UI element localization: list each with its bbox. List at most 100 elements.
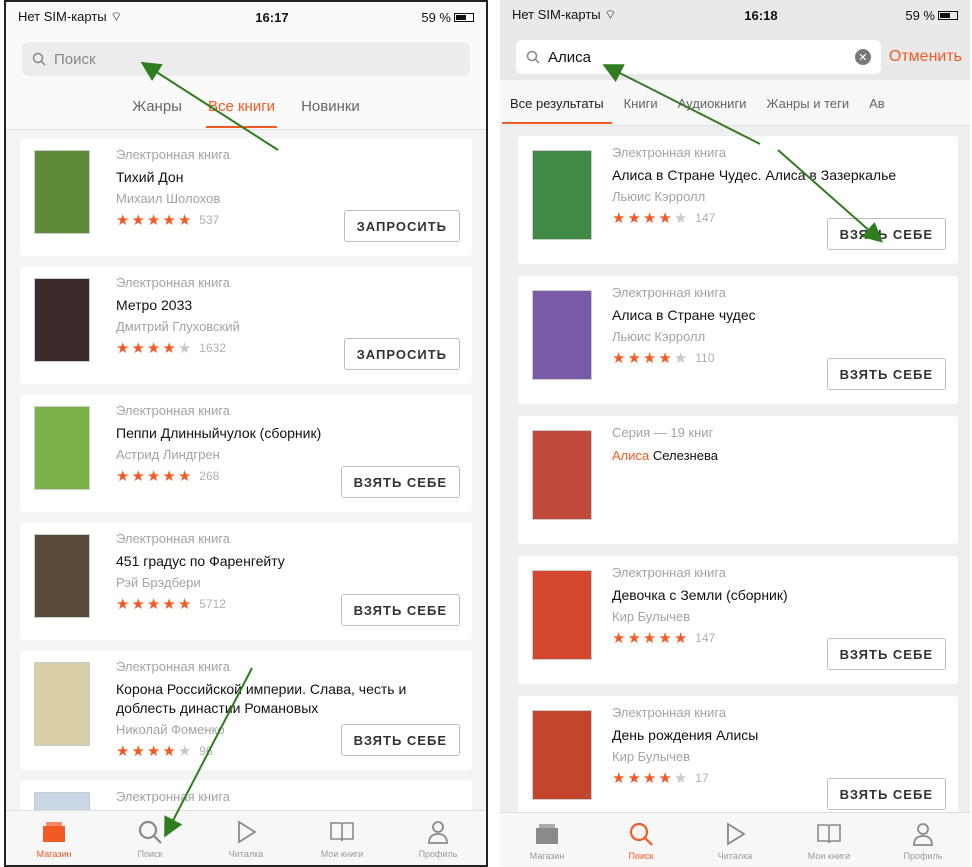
tab-profile[interactable]: Профиль	[883, 819, 963, 861]
status-bar: Нет SIM-карты ⌔ 16:17 59 %	[6, 2, 486, 32]
book-card[interactable]: Электронная книга Корона Российской импер…	[20, 650, 472, 770]
tab-my-books[interactable]: Мои книги	[302, 817, 382, 859]
tab-shop[interactable]: Магазин	[14, 817, 94, 859]
shop-icon	[533, 819, 561, 849]
book-action-button[interactable]: ВЗЯТЬ СЕБЕ	[826, 218, 946, 250]
book-author[interactable]: Кир Булычев	[612, 748, 948, 766]
book-author[interactable]: Рэй Брэдбери	[116, 574, 462, 592]
result-tabs: Все результаты Книги Аудиокниги Жанры и …	[500, 80, 970, 126]
book-card[interactable]: Электронная книга 451 градус по Фаренгейт…	[20, 522, 472, 640]
search-input[interactable]: Поиск	[22, 42, 470, 76]
star-icon: ★	[177, 743, 192, 760]
star-icon: ★	[673, 770, 688, 787]
star-icon: ★	[673, 350, 688, 367]
book-type: Электронная книга	[612, 705, 727, 720]
profile-icon	[424, 817, 452, 847]
star-icon: ★	[146, 212, 161, 229]
tab-profile[interactable]: Профиль	[398, 817, 478, 859]
book-cover[interactable]	[34, 278, 90, 362]
search-input[interactable]: Алиса ✕	[516, 40, 881, 74]
book-card[interactable]: Электронная книга Алиса в Стране чудес Лью…	[518, 276, 958, 404]
book-title[interactable]: Алиса в Стране Чудес. Алиса в Зазеркалье	[612, 166, 948, 185]
tab-audiobooks[interactable]: Аудиокниги	[678, 82, 747, 124]
rating-count: 268	[199, 469, 220, 483]
book-author[interactable]: Астрид Линдгрен	[116, 446, 462, 464]
series-card[interactable]: Серия — 19 книг Алиса Селезнева	[518, 416, 958, 544]
book-cover[interactable]	[34, 150, 90, 234]
book-action-button[interactable]: ЗАПРОСИТЬ	[343, 210, 460, 242]
star-icon: ★	[612, 210, 626, 227]
series-cover[interactable]	[532, 430, 592, 520]
book-action-button[interactable]: ВЗЯТЬ СЕБЕ	[826, 358, 946, 390]
tab-genres[interactable]: Жанры	[132, 84, 182, 128]
book-title[interactable]: Пеппи Длинныйчулок (сборник)	[116, 424, 462, 443]
book-type: Электронная книга	[612, 565, 727, 580]
book-author[interactable]: Михаил Шолохов	[116, 190, 462, 208]
star-icon: ★	[612, 630, 626, 647]
book-title[interactable]: День рождения Алисы	[612, 726, 948, 745]
book-cover[interactable]	[532, 150, 592, 240]
tab-genres-tags[interactable]: Жанры и теги	[766, 82, 849, 124]
book-action-button[interactable]: ВЗЯТЬ СЕБЕ	[340, 724, 460, 756]
book-icon	[328, 817, 356, 847]
tab-authors[interactable]: Ав	[869, 82, 885, 124]
book-cover[interactable]	[532, 570, 592, 660]
tab-shop[interactable]: Магазин	[507, 819, 587, 861]
tab-search[interactable]: Поиск	[110, 817, 190, 859]
star-icon: ★	[627, 770, 641, 787]
star-icon: ★	[627, 350, 641, 367]
book-action-button[interactable]: ВЗЯТЬ СЕБЕ	[826, 638, 946, 670]
tab-reader[interactable]: Читалка	[695, 819, 775, 861]
book-cover[interactable]	[532, 710, 592, 800]
tab-new[interactable]: Новинки	[301, 84, 360, 128]
rating-count: 96	[199, 744, 213, 758]
book-cover[interactable]	[532, 290, 592, 380]
tab-all-results[interactable]: Все результаты	[502, 82, 612, 124]
star-icon: ★	[116, 596, 130, 613]
book-title[interactable]: 451 градус по Фаренгейту	[116, 552, 462, 571]
star-icon: ★	[642, 350, 657, 367]
book-cover[interactable]	[34, 534, 90, 618]
star-icon: ★	[177, 596, 192, 613]
book-title[interactable]: Тихий Дон	[116, 168, 462, 187]
tab-label: Поиск	[628, 851, 654, 861]
book-card[interactable]: Электронная книга Алиса в Стране Чудес. А…	[518, 136, 958, 264]
series-title[interactable]: Алиса Селезнева	[612, 448, 948, 463]
cancel-button[interactable]: Отменить	[889, 48, 962, 66]
book-type: Электронная книга	[612, 285, 727, 300]
book-title[interactable]: Девочка с Земли (сборник)	[612, 586, 948, 605]
book-card[interactable]: Электронная книга Девочка с Земли (сборни…	[518, 556, 958, 684]
tab-my-books[interactable]: Мои книги	[789, 819, 869, 861]
book-cover[interactable]	[34, 662, 90, 746]
battery-indicator: 59 %	[421, 10, 474, 25]
book-action-button[interactable]: ВЗЯТЬ СЕБЕ	[340, 594, 460, 626]
tab-all-books[interactable]: Все книги	[205, 84, 278, 128]
clear-icon[interactable]: ✕	[854, 49, 871, 65]
series-title-rest: Селезнева	[649, 448, 718, 463]
book-action-button[interactable]: ЗАПРОСИТЬ	[343, 338, 460, 370]
book-action-button[interactable]: ВЗЯТЬ СЕБЕ	[826, 778, 946, 810]
book-type: Электронная книга	[116, 659, 231, 674]
book-author[interactable]: Кир Булычев	[612, 608, 948, 626]
star-icon: ★	[131, 743, 145, 760]
tab-reader[interactable]: Читалка	[206, 817, 286, 859]
book-author[interactable]: Льюис Кэрролл	[612, 328, 948, 346]
book-action-button[interactable]: ВЗЯТЬ СЕБЕ	[340, 466, 460, 498]
book-cover[interactable]	[34, 406, 90, 490]
book-title[interactable]: Корона Российской империи. Слава, честь …	[116, 680, 462, 718]
book-author[interactable]: Дмитрий Глуховский	[116, 318, 462, 336]
tab-label: Мои книги	[807, 851, 851, 861]
star-icon: ★	[642, 210, 657, 227]
book-card[interactable]: Электронная книга Метро 2033 Дмитрий Глухо…	[20, 266, 472, 384]
book-card[interactable]: Электронная книга Тихий Дон Михаил Шолохов…	[20, 138, 472, 256]
tab-books[interactable]: Книги	[624, 82, 658, 124]
book-author[interactable]: Льюис Кэрролл	[612, 188, 948, 206]
bottom-tab-bar: Магазин Поиск Читалка Мои книги Профиль	[6, 810, 486, 865]
book-card[interactable]: Электронная книга День рождения Алисы Кир …	[518, 696, 958, 824]
tab-search[interactable]: Поиск	[601, 819, 681, 861]
book-title[interactable]: Метро 2033	[116, 296, 462, 315]
book-title[interactable]: Алиса в Стране чудес	[612, 306, 948, 325]
book-card[interactable]: Электронная книга Пеппи Длинныйчулок (сбо…	[20, 394, 472, 512]
rating-count: 147	[695, 211, 716, 225]
tab-label: Поиск	[137, 849, 163, 859]
